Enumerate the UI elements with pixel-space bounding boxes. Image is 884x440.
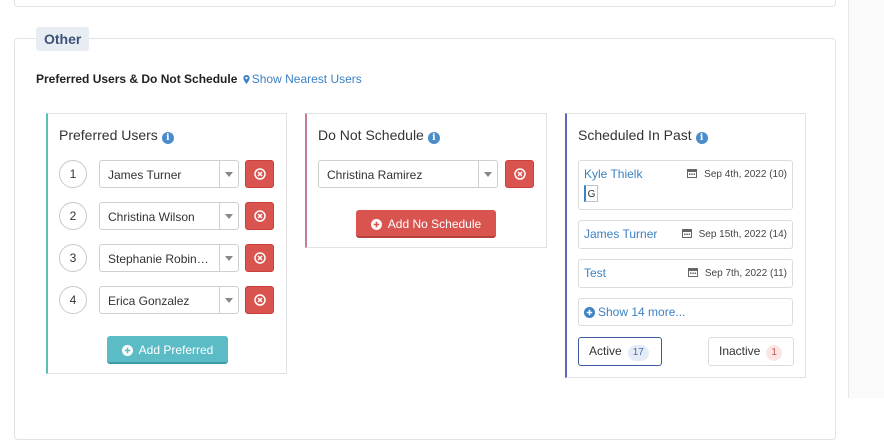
inactive-count-badge: 1 (766, 345, 782, 361)
info-icon[interactable]: i (161, 132, 174, 144)
active-count-badge: 17 (627, 345, 649, 361)
preferred-user-name: James Turner (108, 168, 182, 182)
active-filter-label: Active (589, 344, 622, 358)
add-preferred-button[interactable]: Add Preferred (107, 336, 228, 364)
remove-circle-icon (514, 168, 526, 180)
section-legend: Other (36, 27, 90, 51)
preferred-users-title: Preferred Users i (59, 127, 174, 144)
add-preferred-label: Add Preferred (138, 343, 214, 357)
preferred-user-name: Erica Gonzalez (108, 294, 190, 308)
remove-circle-icon (254, 168, 266, 180)
past-user-date: Sep 4th, 2022 (10) (687, 168, 787, 181)
chevron-down-icon (219, 203, 238, 229)
preferred-user-select-4[interactable]: Erica Gonzalez (99, 286, 239, 314)
calendar-icon (687, 268, 698, 277)
chevron-down-icon (219, 287, 238, 313)
remove-circle-icon (254, 210, 266, 222)
preferred-rank-1: 1 (59, 160, 87, 188)
preferred-users-box: Preferred Users i 1 James Turner 2 Christ… (46, 113, 287, 374)
chevron-down-icon (219, 245, 238, 271)
map-pin-icon (243, 75, 250, 84)
past-user-date-text: Sep 7th, 2022 (11) (704, 268, 787, 279)
preferred-rank-3: 3 (59, 244, 87, 272)
preferred-users-title-text: Preferred Users (59, 127, 158, 143)
show-more-button[interactable]: Show 14 more... (578, 298, 793, 326)
previous-panel-edge (14, 0, 836, 7)
past-user-card: Kyle Thielk Sep 4th, 2022 (10) G (578, 160, 793, 210)
preferred-user-select-1[interactable]: James Turner (99, 160, 239, 188)
do-not-schedule-title-text: Do Not Schedule (318, 127, 424, 143)
right-scroll-gutter (848, 0, 884, 398)
past-user-date-text: Sep 15th, 2022 (14) (698, 229, 787, 240)
section-heading: Preferred Users & Do Not Schedule Show N… (36, 72, 362, 86)
remove-circle-icon (254, 252, 266, 264)
past-user-name-link[interactable]: Kyle Thielk (584, 167, 642, 181)
plus-circle-icon (121, 345, 133, 356)
remove-do-not-schedule-button[interactable] (505, 160, 534, 188)
preferred-rank-4: 4 (59, 286, 87, 314)
past-user-card: James Turner Sep 15th, 2022 (14) (578, 220, 793, 249)
remove-preferred-button-1[interactable] (245, 160, 274, 188)
do-not-schedule-box: Do Not Schedule i Christina Ramirez Add N… (305, 113, 547, 248)
show-more-label: Show 14 more... (598, 305, 686, 319)
plus-circle-icon (370, 219, 382, 230)
preferred-user-name: Christina Wilson (108, 210, 195, 224)
inactive-filter-button[interactable]: Inactive 1 (708, 337, 794, 366)
heading-text: Preferred Users & Do Not Schedule (36, 72, 238, 86)
inactive-filter-label: Inactive (719, 344, 761, 358)
preferred-user-select-3[interactable]: Stephanie Robinson (99, 244, 239, 272)
remove-preferred-button-3[interactable] (245, 244, 274, 272)
preferred-user-select-2[interactable]: Christina Wilson (99, 202, 239, 230)
chevron-down-icon (219, 161, 238, 187)
past-user-date: Sep 7th, 2022 (11) (687, 267, 787, 280)
calendar-icon (681, 229, 692, 238)
remove-circle-icon (254, 294, 266, 306)
chevron-down-icon (478, 161, 497, 187)
scheduled-in-past-title: Scheduled In Past i (578, 127, 708, 144)
show-nearest-users-link[interactable]: Show Nearest Users (252, 72, 362, 86)
past-user-name-link[interactable]: Test (584, 266, 606, 280)
scheduled-in-past-box: Scheduled In Past i Kyle Thielk Sep 4th, … (565, 113, 806, 378)
do-not-schedule-select[interactable]: Christina Ramirez (318, 160, 498, 188)
scheduled-in-past-title-text: Scheduled In Past (578, 127, 692, 143)
info-icon[interactable]: i (695, 132, 708, 144)
remove-preferred-button-2[interactable] (245, 202, 274, 230)
do-not-schedule-title: Do Not Schedule i (318, 127, 440, 144)
preferred-rank-2: 2 (59, 202, 87, 230)
calendar-icon (687, 169, 698, 178)
past-user-date: Sep 15th, 2022 (14) (681, 228, 787, 241)
add-no-schedule-label: Add No Schedule (387, 217, 482, 231)
do-not-schedule-name: Christina Ramirez (327, 168, 423, 182)
active-filter-button[interactable]: Active 17 (578, 337, 662, 366)
past-user-card: Test Sep 7th, 2022 (11) (578, 259, 793, 288)
preferred-user-name: Stephanie Robinson (108, 252, 212, 266)
plus-circle-icon (584, 307, 595, 318)
group-tag: G (584, 185, 598, 202)
past-user-date-text: Sep 4th, 2022 (10) (704, 169, 787, 180)
add-no-schedule-button[interactable]: Add No Schedule (356, 210, 496, 238)
info-icon[interactable]: i (427, 132, 440, 144)
remove-preferred-button-4[interactable] (245, 286, 274, 314)
past-user-name-link[interactable]: James Turner (584, 227, 657, 241)
